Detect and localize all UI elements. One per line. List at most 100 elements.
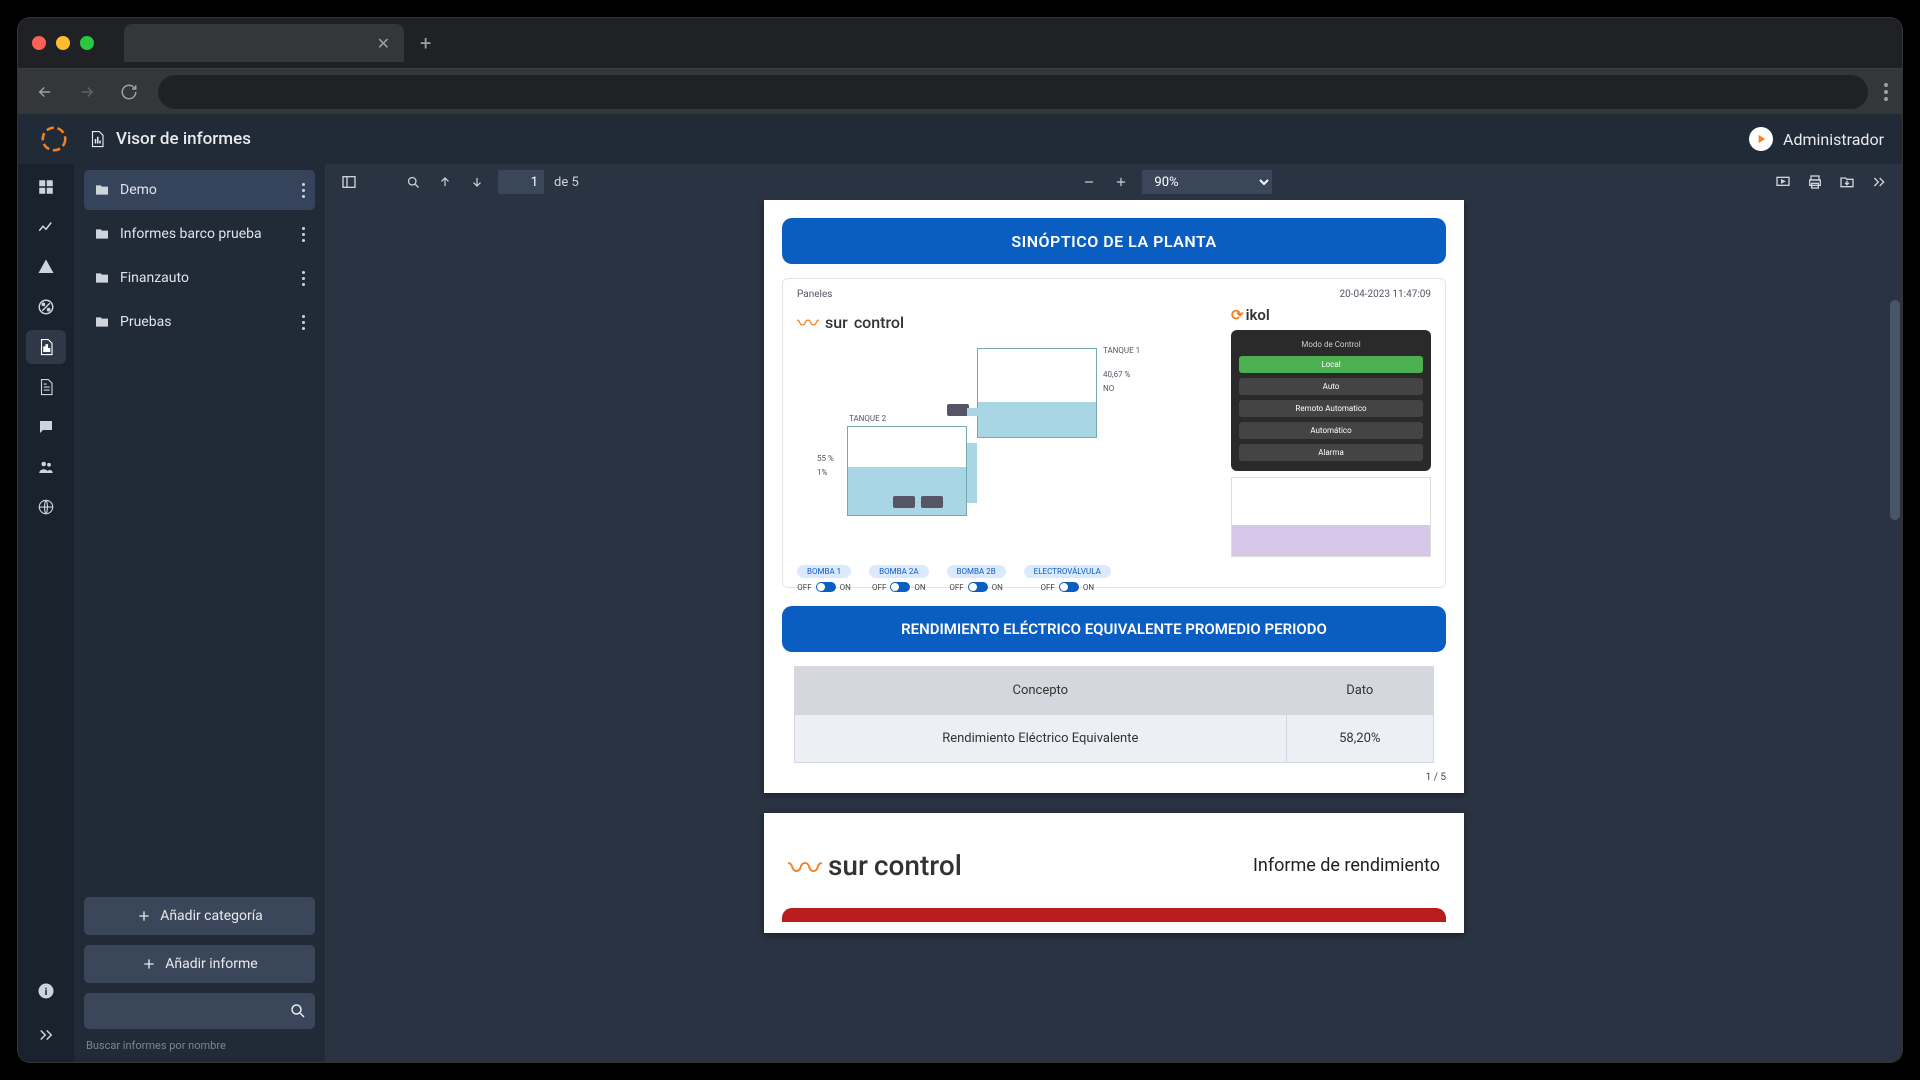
user-menu[interactable]: Administrador xyxy=(1749,127,1884,151)
control-button: Automático xyxy=(1239,422,1423,439)
page-number: 1 / 5 xyxy=(1426,772,1446,783)
nav-chart-icon[interactable] xyxy=(26,210,66,244)
folder-more-icon[interactable] xyxy=(302,183,305,198)
folder-item[interactable]: Finanzauto xyxy=(84,258,315,298)
nav-document-icon[interactable] xyxy=(26,370,66,404)
tank1-percent: 40,67 % xyxy=(1103,370,1130,379)
pump-icon xyxy=(947,404,969,416)
zoom-select[interactable]: 90% xyxy=(1142,170,1272,194)
folder-more-icon[interactable] xyxy=(302,271,305,286)
toolbar-more-icon[interactable] xyxy=(1868,171,1890,193)
device-status: ELECTROVÁLVULAOFFON xyxy=(1024,565,1111,592)
nav-users-icon[interactable] xyxy=(26,450,66,484)
pdf-page: SINÓPTICO DE LA PLANTA Paneles 20-04-202… xyxy=(764,200,1464,793)
folder-label: Pruebas xyxy=(120,314,171,330)
plus-icon xyxy=(141,956,157,972)
svg-text:i: i xyxy=(45,985,48,998)
browser-menu-icon[interactable] xyxy=(1884,83,1888,101)
search-box[interactable] xyxy=(84,993,315,1029)
folder-icon xyxy=(94,270,110,286)
page-down-icon[interactable] xyxy=(466,171,488,193)
zoom-in-icon[interactable] xyxy=(1110,171,1132,193)
control-button: Auto xyxy=(1239,378,1423,395)
page-input[interactable] xyxy=(498,170,544,194)
search-hint: Buscar informes por nombre xyxy=(84,1039,315,1052)
nav-back-icon[interactable] xyxy=(32,79,58,105)
new-tab-button[interactable]: + xyxy=(420,31,431,55)
nav-chat-icon[interactable] xyxy=(26,410,66,444)
tank2-label: TANQUE 2 xyxy=(849,414,886,423)
folder-label: Demo xyxy=(120,182,157,198)
pdf-page-area[interactable]: SINÓPTICO DE LA PLANTA Paneles 20-04-202… xyxy=(326,200,1902,1062)
control-button: Alarma xyxy=(1239,444,1423,461)
folder-item[interactable]: Demo xyxy=(84,170,315,210)
pump-icon xyxy=(893,496,915,508)
close-tab-icon[interactable]: ✕ xyxy=(377,34,390,53)
section-banner: SINÓPTICO DE LA PLANTA xyxy=(782,218,1446,264)
present-icon[interactable] xyxy=(1772,171,1794,193)
page-up-icon[interactable] xyxy=(434,171,456,193)
brand-ikol: ⟳ikol xyxy=(1231,306,1431,324)
synoptic-panel: Paneles 20-04-2023 11:47:09 〰surcontrol … xyxy=(782,278,1446,588)
avatar xyxy=(1749,127,1773,151)
tank1-label: TANQUE 1 xyxy=(1103,346,1140,355)
scrollbar-thumb[interactable] xyxy=(1890,300,1900,520)
pdf-viewer: de 5 90% xyxy=(326,164,1902,1062)
pdf-page: 〰surcontrol Informe de rendimiento xyxy=(764,813,1464,933)
plus-icon xyxy=(136,908,152,924)
folder-label: Finanzauto xyxy=(120,270,189,286)
app-logo xyxy=(36,121,72,157)
folder-list: Demo Informes barco prueba Finanzauto Pr… xyxy=(74,164,325,887)
nav-dashboard-icon[interactable] xyxy=(26,170,66,204)
address-bar[interactable] xyxy=(158,75,1868,109)
brand-surcontrol: 〰surcontrol xyxy=(797,306,1217,338)
tank2-percent: 55 % xyxy=(817,454,834,463)
search-input[interactable] xyxy=(92,1004,289,1019)
table-header: Dato xyxy=(1286,667,1433,715)
device-status: BOMBA 2AOFFON xyxy=(869,565,928,592)
folder-more-icon[interactable] xyxy=(302,315,305,330)
nav-forward-icon[interactable] xyxy=(74,79,100,105)
section-banner: RENDIMIENTO ELÉCTRICO EQUIVALENTE PROMED… xyxy=(782,606,1446,652)
nav-reload-icon[interactable] xyxy=(116,79,142,105)
add-category-button[interactable]: Añadir categoría xyxy=(84,897,315,935)
window-maximize[interactable] xyxy=(80,36,94,50)
control-button: Remoto Automatico xyxy=(1239,400,1423,417)
nav-rail: i xyxy=(18,164,74,1062)
folder-item[interactable]: Pruebas xyxy=(84,302,315,342)
window-close[interactable] xyxy=(32,36,46,50)
nav-reports-icon[interactable] xyxy=(26,330,66,364)
pump-icon xyxy=(921,496,943,508)
print-icon[interactable] xyxy=(1804,171,1826,193)
folder-item[interactable]: Informes barco prueba xyxy=(84,214,315,254)
zoom-out-icon[interactable] xyxy=(1078,171,1100,193)
nav-percent-icon[interactable] xyxy=(26,290,66,324)
nav-collapse-icon[interactable] xyxy=(26,1018,66,1052)
nav-info-icon[interactable]: i xyxy=(26,974,66,1008)
nav-globe-icon[interactable] xyxy=(26,490,66,524)
sidebar-toggle-icon[interactable] xyxy=(338,171,360,193)
trend-chart xyxy=(1231,477,1431,557)
device-status: BOMBA 1OFFON xyxy=(797,565,851,592)
table-cell: 58,20% xyxy=(1286,715,1433,763)
user-name: Administrador xyxy=(1783,130,1884,149)
find-icon[interactable] xyxy=(402,171,424,193)
device-status: BOMBA 2BOFFON xyxy=(947,565,1006,592)
browser-tab[interactable]: ✕ xyxy=(124,24,404,62)
download-icon[interactable] xyxy=(1836,171,1858,193)
pdf-toolbar: de 5 90% xyxy=(326,164,1902,200)
report-title: Informe de rendimiento xyxy=(1253,855,1440,876)
panel-timestamp: 20-04-2023 11:47:09 xyxy=(1339,289,1431,300)
tank-1 xyxy=(977,348,1097,438)
folder-more-icon[interactable] xyxy=(302,227,305,242)
app-header: Visor de informes Administrador xyxy=(18,114,1902,164)
control-button: Local xyxy=(1239,356,1423,373)
page-title: Visor de informes xyxy=(88,129,251,149)
add-report-button[interactable]: Añadir informe xyxy=(84,945,315,983)
search-icon[interactable] xyxy=(289,1002,307,1020)
panel-label: Paneles xyxy=(797,289,832,300)
table-cell: Rendimiento Eléctrico Equivalente xyxy=(795,715,1287,763)
window-minimize[interactable] xyxy=(56,36,70,50)
nav-alert-icon[interactable] xyxy=(26,250,66,284)
folder-label: Informes barco prueba xyxy=(120,226,262,242)
